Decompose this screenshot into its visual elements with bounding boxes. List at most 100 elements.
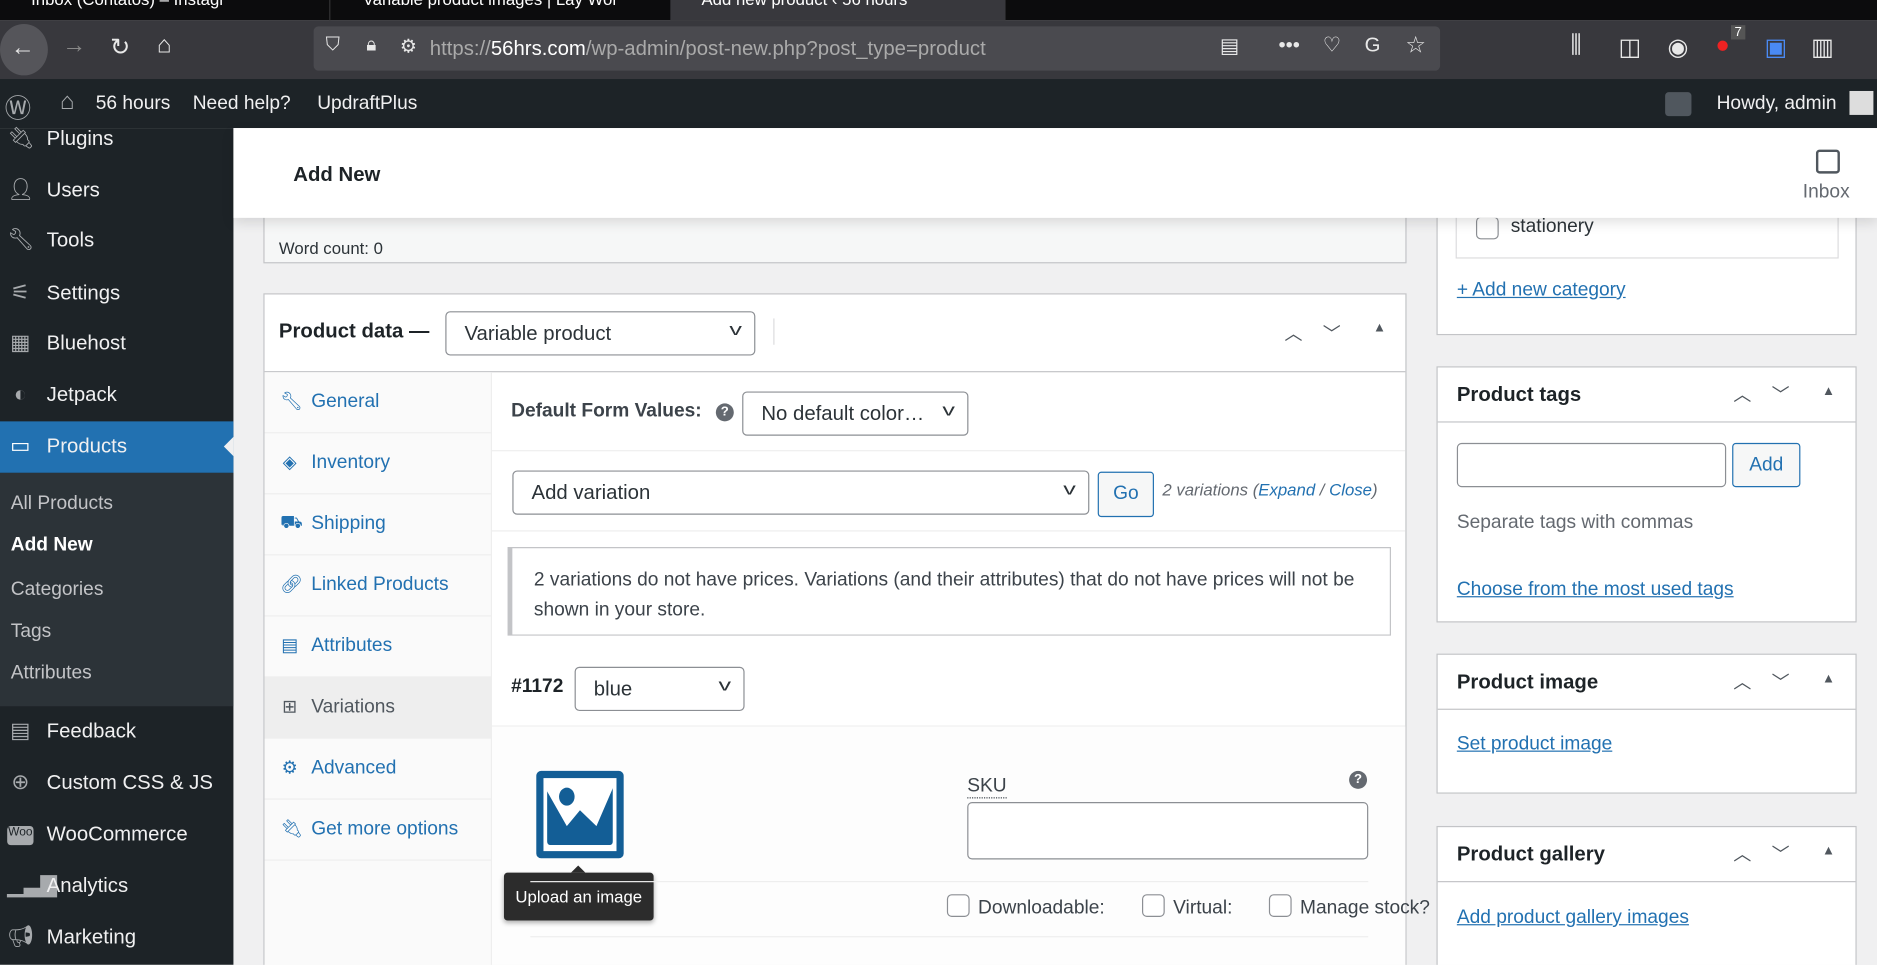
product-type-select[interactable]: Variable product v <box>445 311 756 356</box>
add-variation-select[interactable]: Add variation v <box>512 470 1090 515</box>
sidebar-item-woocommerce[interactable]: Woo WooCommerce <box>0 809 233 860</box>
submenu-add-new[interactable]: Add New <box>11 535 93 557</box>
product-gallery-header[interactable]: Product gallery ︿ ﹀ ▲ <box>1437 827 1856 883</box>
set-product-image-link[interactable]: Set product image <box>1457 734 1612 756</box>
tab-inventory[interactable]: ◈ Inventory <box>264 433 492 495</box>
move-down-icon[interactable]: ﹀ <box>1772 669 1790 694</box>
sidebar-icon[interactable]: ◫ <box>1618 32 1641 62</box>
product-tags-header[interactable]: Product tags ︿ ﹀ ▲ <box>1437 368 1856 423</box>
browser-tab[interactable]: Inbox (Contatos) – Instagr <box>0 0 331 21</box>
move-down-icon[interactable]: ﹀ <box>1772 382 1790 407</box>
browser-tab[interactable]: Variable product images | Lay Wor <box>332 0 667 20</box>
sidebar-item-analytics[interactable]: ▁▃▇ Analytics <box>0 861 233 912</box>
browser-tab-active[interactable]: Add new product ‹ 56 hours <box>670 0 1006 21</box>
gear-icon: ⚙ <box>281 757 298 779</box>
upload-image-button[interactable] <box>536 770 624 859</box>
tab-variations[interactable]: ⊞ Variations <box>264 677 492 739</box>
more-icon[interactable]: ••• <box>1278 34 1299 58</box>
address-bar[interactable]: ⛉ 🔒︎ ⚙ https://56hrs.com/wp-admin/post-n… <box>313 26 1441 71</box>
forward-icon[interactable]: → <box>62 32 86 60</box>
add-gallery-images-link[interactable]: Add product gallery images <box>1457 907 1689 929</box>
sidebar-item-jetpack[interactable]: ◐ Jetpack <box>0 370 233 421</box>
toggle-panel-icon[interactable]: ▲ <box>1822 844 1835 858</box>
toggle-panel-icon[interactable]: ▲ <box>1822 672 1835 686</box>
pocket-icon[interactable]: ♡ <box>1323 34 1341 58</box>
sidebar-item-plugins[interactable]: 🔌︎ Plugins <box>0 114 233 165</box>
updraftplus-link[interactable]: UpdraftPlus <box>317 93 417 115</box>
submenu-tags[interactable]: Tags <box>11 621 51 643</box>
upload-tooltip: Upload an image <box>503 865 654 921</box>
word-count: Word count: 0 <box>278 238 383 258</box>
sidebar-item-custom-css-js[interactable]: ⊕ Custom CSS & JS <box>0 758 233 809</box>
tab-advanced[interactable]: ⚙ Advanced <box>264 739 492 800</box>
menu-label: Jetpack <box>46 383 117 406</box>
sidebar-item-products[interactable]: ▭ Products <box>0 421 234 473</box>
close-link[interactable]: Close <box>1329 480 1372 499</box>
move-up-icon[interactable]: ︿ <box>1733 382 1751 407</box>
reader-view-icon[interactable]: ▤ <box>1220 35 1239 59</box>
need-help-link[interactable]: Need help? <box>193 93 291 115</box>
library-icon[interactable]: ⫼ <box>1571 32 1582 60</box>
account-icon[interactable]: ◉ <box>1668 32 1689 62</box>
sidebar-item-feedback[interactable]: ▤ Feedback <box>0 706 233 757</box>
selected-value: Variable product <box>464 322 612 345</box>
sidebar-item-settings[interactable]: ⚟ Settings <box>0 268 233 319</box>
extension-lock-icon[interactable]: ● <box>1715 32 1729 60</box>
tab-general[interactable]: 🔧︎ General <box>264 372 492 434</box>
google-translate-icon[interactable]: ▣ <box>1764 32 1787 62</box>
tab-shipping[interactable]: ⛟ Shipping <box>264 494 492 556</box>
add-new-category-link[interactable]: + Add new category <box>1457 280 1626 302</box>
tag-input[interactable] <box>1456 442 1727 488</box>
category-checkbox[interactable] <box>1475 216 1499 240</box>
toggle-panel-icon[interactable]: ▲ <box>1822 384 1835 398</box>
default-color-select[interactable]: No default color… v <box>742 391 969 436</box>
variation-color-select[interactable]: blue v <box>574 666 745 712</box>
expand-link[interactable]: Expand <box>1258 480 1315 499</box>
tab-linked-products[interactable]: 🔗︎ Linked Products <box>264 555 492 617</box>
menu-label: Tools <box>46 228 95 252</box>
manage-stock-checkbox[interactable] <box>1268 894 1292 917</box>
permissions-icon: ⚙ <box>399 37 417 58</box>
choose-most-used-tags-link[interactable]: Choose from the most used tags <box>1457 579 1734 601</box>
star-icon[interactable]: ☆ <box>1405 32 1425 60</box>
add-tag-button[interactable]: Add <box>1732 442 1801 488</box>
submenu-all-products[interactable]: All Products <box>11 493 113 515</box>
move-up-icon[interactable]: ︿ <box>1733 842 1751 867</box>
sidebar-item-marketing[interactable]: 📢︎ Marketing <box>0 912 233 963</box>
move-up-icon[interactable]: ︿ <box>1733 669 1751 694</box>
submenu-categories[interactable]: Categories <box>11 579 104 601</box>
avatar[interactable] <box>1849 90 1874 115</box>
tab-get-more-options[interactable]: 🔌︎ Get more options <box>264 800 492 861</box>
site-name-link[interactable]: 56 hours <box>96 93 171 115</box>
comment-icon[interactable] <box>1665 92 1692 117</box>
go-button[interactable]: Go <box>1097 471 1154 518</box>
sidebar-item-users[interactable]: 👤︎ Users <box>0 165 233 216</box>
browser-tab-strip: Inbox (Contatos) – Instagr Variable prod… <box>0 0 1877 21</box>
tab-attributes[interactable]: ▤ Attributes <box>264 616 492 678</box>
account-link[interactable]: Howdy, admin <box>1717 93 1837 115</box>
move-down-icon[interactable]: ﹀ <box>1323 321 1341 346</box>
toggle-panel-icon[interactable]: ▲ <box>1373 321 1386 335</box>
product-image-header[interactable]: Product image ︿ ﹀ ▲ <box>1437 655 1856 710</box>
sidebar-item-bluehost[interactable]: ▦ Bluehost <box>0 318 233 369</box>
back-button[interactable]: ← <box>0 23 48 76</box>
home-icon[interactable]: ⌂ <box>157 32 171 60</box>
reading-list-icon[interactable]: ▥ <box>1811 32 1834 62</box>
translate-icon[interactable]: G <box>1365 34 1381 58</box>
inbox-icon[interactable] <box>1815 149 1840 174</box>
lock-icon: 🔒︎ <box>366 34 377 56</box>
downloadable-checkbox[interactable] <box>946 894 970 917</box>
variation-header[interactable]: #1172 blue v <box>491 648 1406 727</box>
sidebar-item-tools[interactable]: 🔧︎ Tools <box>0 215 233 266</box>
sku-input[interactable] <box>967 802 1369 860</box>
help-icon[interactable]: ? <box>715 403 734 422</box>
reload-icon[interactable]: ↻ <box>110 32 130 62</box>
sku-help-icon[interactable]: ? <box>1349 770 1368 789</box>
submenu-attributes[interactable]: Attributes <box>11 663 92 685</box>
virtual-checkbox[interactable] <box>1142 894 1165 917</box>
inbox-label[interactable]: Inbox <box>1803 182 1850 204</box>
browser-toolbar: ← → ↻ ⌂ ⛉ 🔒︎ ⚙ https://56hrs.com/wp-admi… <box>0 20 1877 80</box>
move-up-icon[interactable]: ︿ <box>1284 321 1302 346</box>
move-down-icon[interactable]: ﹀ <box>1772 842 1790 867</box>
users-icon: 👤︎ <box>7 177 35 202</box>
